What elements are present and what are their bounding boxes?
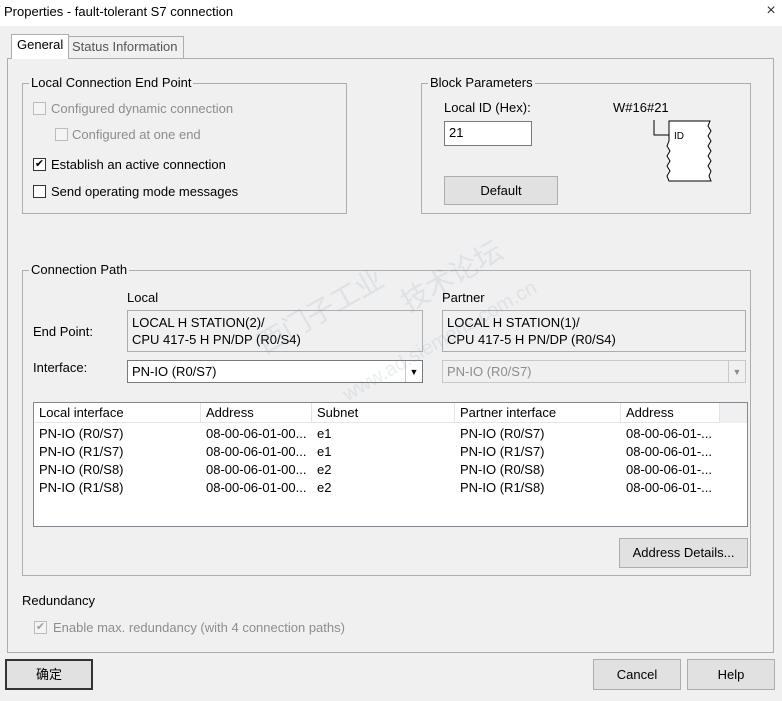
send-mode-messages-label: Send operating mode messages: [51, 184, 239, 199]
local-interface-select[interactable]: PN-IO (R0/S7) ▼: [127, 360, 423, 383]
chevron-down-icon[interactable]: ▼: [728, 361, 745, 382]
cell-partner-interface: PN-IO (R0/S8): [460, 462, 545, 477]
cell-local-interface: PN-IO (R0/S8): [39, 462, 124, 477]
cell-partner-interface: PN-IO (R0/S7): [460, 426, 545, 441]
partner-heading: Partner: [442, 290, 485, 305]
local-heading: Local: [127, 290, 159, 305]
configured-dynamic-label: Configured dynamic connection: [51, 101, 234, 116]
table-scroll-corner: [719, 403, 747, 423]
block-diagram-header: W#16#21: [613, 100, 669, 115]
cell-partner-address: 08-00-06-01-...: [626, 480, 712, 495]
cell-partner-interface: PN-IO (R1/S7): [460, 444, 545, 459]
cell-address: 08-00-06-01-00...: [206, 444, 307, 459]
interface-label: Interface:: [33, 360, 88, 375]
block-diagram-pin: ID: [674, 131, 684, 142]
local-id-label: Local ID (Hex):: [444, 100, 531, 115]
col-partner-interface[interactable]: Partner interface: [455, 403, 621, 423]
send-mode-messages-checkbox[interactable]: [33, 185, 46, 198]
cell-partner-address: 08-00-06-01-...: [626, 426, 712, 441]
partner-interface-value: PN-IO (R0/S7): [447, 364, 532, 379]
interface-table[interactable]: Local interface Address Subnet Partner i…: [33, 402, 748, 527]
cell-address: 08-00-06-01-00...: [206, 462, 307, 477]
table-row[interactable]: PN-IO (R1/S8) 08-00-06-01-00... e2 PN-IO…: [34, 479, 747, 497]
local-id-input[interactable]: 21: [444, 121, 532, 146]
col-address[interactable]: Address: [201, 403, 312, 423]
default-button[interactable]: Default: [444, 176, 558, 205]
check-icon: ✔: [35, 621, 46, 633]
cell-address: 08-00-06-01-00...: [206, 426, 307, 441]
cell-address: 08-00-06-01-00...: [206, 480, 307, 495]
chevron-down-icon[interactable]: ▼: [405, 361, 422, 382]
redundancy-heading: Redundancy: [22, 593, 95, 608]
partner-end-point-box: LOCAL H STATION(1)/ CPU 417-5 H PN/DP (R…: [442, 310, 746, 352]
establish-active-label: Establish an active connection: [51, 157, 226, 172]
close-icon[interactable]: ×: [762, 2, 780, 20]
cell-partner-address: 08-00-06-01-...: [626, 462, 712, 477]
enable-max-redundancy-checkbox[interactable]: ✔: [34, 621, 47, 634]
cell-subnet: e1: [317, 444, 332, 459]
table-row[interactable]: PN-IO (R0/S7) 08-00-06-01-00... e1 PN-IO…: [34, 425, 747, 443]
enable-max-redundancy-label: Enable max. redundancy (with 4 connectio…: [53, 620, 345, 635]
window-title: Properties - fault-tolerant S7 connectio…: [4, 4, 234, 19]
cell-local-interface: PN-IO (R1/S7): [39, 444, 124, 459]
cell-subnet: e2: [317, 480, 332, 495]
cell-partner-interface: PN-IO (R1/S8): [460, 480, 545, 495]
tab-general[interactable]: General: [11, 34, 70, 59]
cell-local-interface: PN-IO (R1/S8): [39, 480, 124, 495]
col-subnet[interactable]: Subnet: [312, 403, 455, 423]
help-button[interactable]: Help: [687, 659, 775, 690]
table-row[interactable]: PN-IO (R1/S7) 08-00-06-01-00... e1 PN-IO…: [34, 443, 747, 461]
check-icon: ✔: [34, 158, 45, 170]
col-partner-address[interactable]: Address: [621, 403, 721, 423]
connection-path-legend: Connection Path: [29, 262, 130, 277]
cell-partner-address: 08-00-06-01-...: [626, 444, 712, 459]
cancel-button[interactable]: Cancel: [593, 659, 681, 690]
configured-one-end-label: Configured at one end: [72, 127, 201, 142]
local-interface-value: PN-IO (R0/S7): [132, 364, 217, 379]
table-header: Local interface Address Subnet Partner i…: [34, 403, 747, 423]
local-end-point-box: LOCAL H STATION(2)/ CPU 417-5 H PN/DP (R…: [127, 310, 423, 352]
tab-status-information[interactable]: Status Information: [66, 36, 184, 58]
configured-one-end-checkbox[interactable]: [55, 128, 68, 141]
block-diagram: [653, 120, 712, 182]
cell-subnet: e2: [317, 462, 332, 477]
col-local-interface[interactable]: Local interface: [34, 403, 201, 423]
ok-button[interactable]: 确定: [5, 659, 93, 690]
block-params-legend: Block Parameters: [428, 75, 535, 90]
cell-subnet: e1: [317, 426, 332, 441]
cell-local-interface: PN-IO (R0/S7): [39, 426, 124, 441]
end-point-label: End Point:: [33, 324, 93, 339]
partner-interface-select[interactable]: PN-IO (R0/S7) ▼: [442, 360, 746, 383]
table-row[interactable]: PN-IO (R0/S8) 08-00-06-01-00... e2 PN-IO…: [34, 461, 747, 479]
address-details-button[interactable]: Address Details...: [619, 538, 748, 568]
establish-active-checkbox[interactable]: ✔: [33, 158, 46, 171]
local-endpoint-legend: Local Connection End Point: [29, 75, 194, 90]
configured-dynamic-checkbox[interactable]: [33, 102, 46, 115]
